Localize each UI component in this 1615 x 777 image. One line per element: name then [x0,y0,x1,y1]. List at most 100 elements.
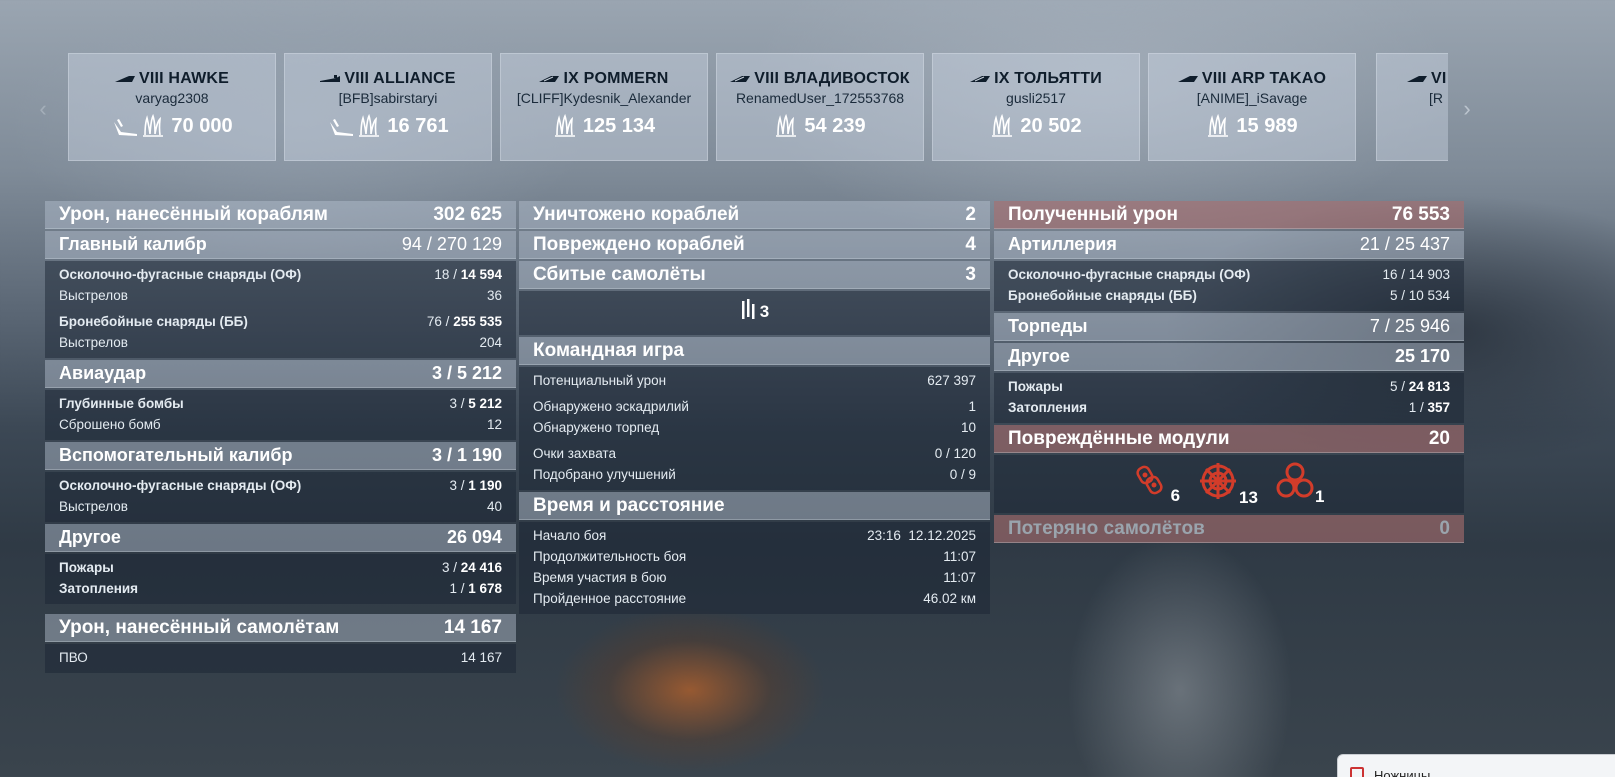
ship-card[interactable]: VIII ARP TAKAO [ANIME]_iSavage 15 989 [1148,53,1356,161]
modules-details: 6 13 1 [994,455,1464,513]
mc-he-row: Осколочно-фугасные снаряды (ОФ) 18 / 14 5… [59,267,502,282]
main-caliber-details: Осколочно-фугасные снаряды (ОФ) 18 / 14 5… [45,261,516,358]
ship-card[interactable]: VIII HAWKE varyag2308 70 000 [68,53,276,161]
damage-planes-header: Урон, нанесённый самолётам 14 167 [45,614,516,642]
carousel-prev-button[interactable]: ‹ [33,97,53,121]
battleship-icon [970,75,991,83]
aircraft-icon [740,298,756,326]
team-play-details: Потенциальный урон 627 397 Обнаружено эск… [519,367,990,490]
modules-header: Повреждённые модули 20 [994,425,1464,453]
notification-text: Ножницы [1374,768,1431,777]
r-he-row: Осколочно-фугасные снаряды (ОФ) 16 / 14 9… [1008,267,1450,282]
player-name: varyag2308 [135,90,209,106]
module-engine: 6 [1134,463,1180,504]
destroyed-header: Уничтожено кораблей 2 [519,201,990,229]
artillery-details: Осколочно-фугасные снаряды (ОФ) 16 / 14 9… [994,261,1464,311]
planes-lost-header: Потеряно самолётов 0 [994,515,1464,543]
secondary-details: Осколочно-фугасные снаряды (ОФ) 3 / 1 190… [45,472,516,522]
battleship-icon [539,75,560,83]
mc-ap-shots-row: Выстрелов 204 [59,335,502,350]
torpedo-hit-icon [111,114,138,138]
sec-shots-row: Выстрелов 40 [59,499,502,514]
artillery-header: Артиллерия 21 / 25 437 [994,231,1464,259]
aa-row: ПВО 14 167 [59,650,502,665]
destroyer-icon [114,75,135,83]
r-ap-row: Бронебойные снаряды (ББ) 5 / 10 534 [1008,288,1450,303]
potential-damage-row: Потенциальный урон 627 397 [533,373,976,388]
upgrades-row: Подобрано улучшений 0 / 9 [533,467,976,482]
r-floods-row: Затопления 1 / 357 [1008,400,1450,415]
ship-name: VI [1431,70,1447,87]
ship-score: 15 989 [1236,114,1298,137]
ship-card[interactable]: VIII ВЛАДИВОСТОК RenamedUser_172553768 5… [716,53,924,161]
damage-burst-icon [774,113,798,138]
ship-name: VIII ВЛАДИВОСТОК [754,70,910,87]
submarine-icon [320,74,341,83]
player-name: [CLIFF]Kydesnik_Alexander [516,90,692,106]
player-name: [BFB]sabirstaryi [338,90,438,106]
planes-shot-count: 3 [759,302,770,321]
damaged-header: Повреждено кораблей 4 [519,231,990,259]
carousel-next-button[interactable]: › [1457,97,1477,121]
snipping-tool-notification[interactable]: Ножницы [1337,754,1615,777]
module-propeller: 1 [1276,462,1324,505]
damage-ships-header: Урон, нанесённый кораблям 302 625 [45,201,516,229]
propeller-icon [1276,462,1314,505]
ship-score: 20 502 [1020,114,1082,137]
damage-received-panel: Полученный урон 76 553 Артиллерия 21 / 25 … [994,201,1464,545]
ship-name: IX ТОЛЬЯТТИ [994,70,1102,87]
floods-row: Затопления 1 / 1 678 [59,581,502,596]
ship-card[interactable]: VIII ALLIANCE [BFB]sabirstaryi 16 761 [284,53,492,161]
airstrike-details: Глубинные бомбы 3 / 5 212 Сброшено бомб 12 [45,390,516,440]
torpedo-hit-icon [327,114,354,138]
steering-icon [1198,461,1238,506]
aa-details: ПВО 14 167 [45,644,516,673]
secondary-header: Вспомогательный калибр 3 / 1 190 [45,442,516,470]
player-name: RenamedUser_172553768 [735,90,905,106]
ship-name: VIII HAWKE [138,70,229,87]
battleship-icon [730,75,751,83]
damage-burst-icon [553,113,577,138]
cruiser-icon [1407,75,1427,83]
damage-burst-icon [1206,113,1230,138]
team-play-header: Командная игра [519,337,990,365]
r-other-details: Пожары 5 / 24 813 Затопления 1 / 357 [994,373,1464,423]
player-name: [R [1429,90,1443,106]
battle-duration-row: Продолжительность боя 11:07 [533,549,976,564]
time-distance-details: Начало боя 23:16 12.12.2025 Продолжительн… [519,522,990,614]
planes-shot-details: 3 [519,291,990,335]
time-distance-header: Время и расстояние [519,492,990,520]
damage-burst-icon [990,113,1014,138]
airstrike-header: Авиаудар 3 / 5 212 [45,360,516,388]
planes-shot-header: Сбитые самолёты 3 [519,261,990,289]
cruiser-icon [1177,75,1198,83]
distance-row: Пройденное расстояние 46.02 км [533,591,976,606]
ship-card[interactable]: VI [R [1376,53,1448,161]
engine-icon [1134,463,1170,504]
ship-name: VIII ARP TAKAO [1201,70,1327,87]
ship-score: 70 000 [171,114,233,137]
other-damage-details: Пожары 3 / 24 416 Затопления 1 / 1 678 [45,554,516,604]
damage-dealt-panel: Урон, нанесённый кораблям 302 625 Главный… [45,201,516,675]
capture-points-row: Очки захвата 0 / 120 [533,446,976,461]
main-caliber-header: Главный калибр 94 / 270 129 [45,231,516,259]
mc-he-shots-row: Выстрелов 36 [59,288,502,303]
time-in-battle-row: Время участия в бою 11:07 [533,570,976,585]
ship-card[interactable]: IX ТОЛЬЯТТИ gusli2517 20 502 [932,53,1140,161]
module-steering: 13 [1198,461,1258,506]
ship-carousel: VIII HAWKE varyag2308 70 000 VIII ALLIAN… [68,53,1448,161]
ship-card[interactable]: IX POMMERN [CLIFF]Kydesnik_Alexander 125… [500,53,708,161]
scissors-icon [1350,767,1364,777]
bombs-dropped-row: Сброшено бомб 12 [59,417,502,432]
other-damage-header: Другое 26 094 [45,524,516,552]
ship-name: VIII ALLIANCE [344,70,456,87]
r-fires-row: Пожары 5 / 24 813 [1008,379,1450,394]
ship-name: IX POMMERN [563,70,669,87]
spotted-squadrons-row: Обнаружено эскадрилий 1 [533,399,976,414]
spotted-torpedoes-row: Обнаружено торпед 10 [533,420,976,435]
sec-he-row: Осколочно-фугасные снаряды (ОФ) 3 / 1 190 [59,478,502,493]
damage-burst-icon [357,113,381,138]
depth-charges-row: Глубинные бомбы 3 / 5 212 [59,396,502,411]
fires-row: Пожары 3 / 24 416 [59,560,502,575]
ship-score: 16 761 [387,114,449,137]
